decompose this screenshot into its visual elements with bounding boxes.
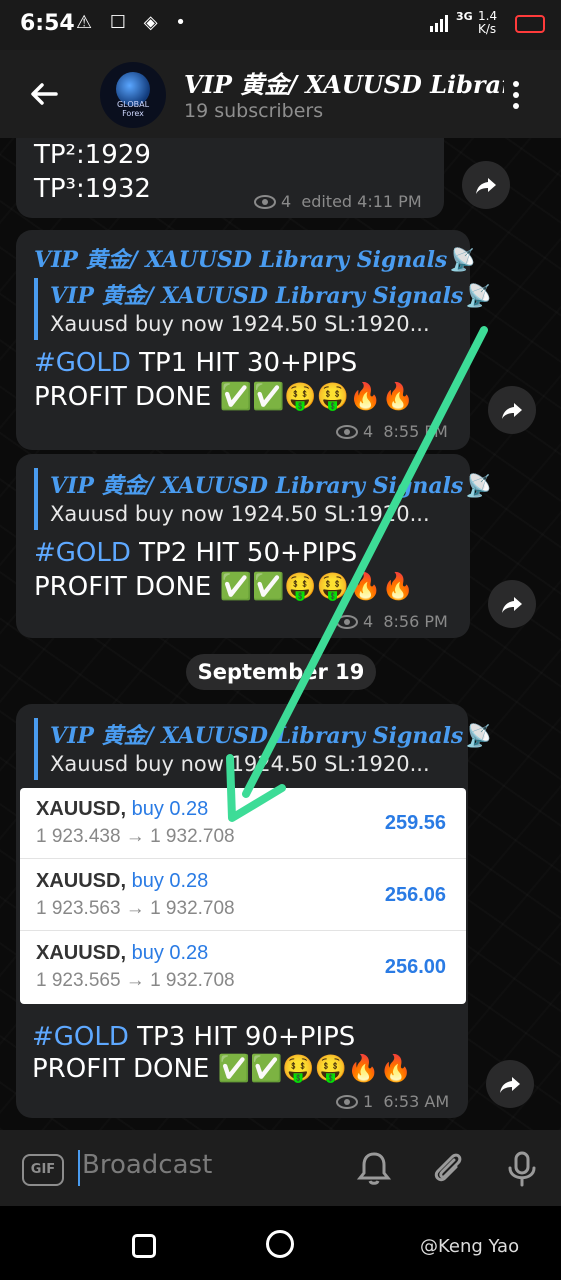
message-line: PROFIT DONE ✅✅🤑🤑🔥🔥 (32, 1054, 412, 1084)
share-arrow-icon (476, 178, 496, 194)
more-options-icon[interactable] (512, 80, 520, 110)
view-count: 4 (363, 612, 374, 631)
message-line: #GOLD TP1 HIT 30+PIPS (34, 348, 358, 378)
message-line: PROFIT DONE ✅✅🤑🤑🔥🔥 (34, 572, 414, 602)
message-meta: 4 8:56 PM (336, 612, 448, 631)
trade-prices: 1 923.438 → 1 932.708 (36, 826, 235, 847)
trade-profit: 259.56 (384, 812, 446, 834)
text-caret (78, 1150, 80, 1186)
reply-title: VIP 黄金/ XAUUSD Library Signals📡 (50, 723, 491, 749)
message-bubble[interactable]: VIP 黄金/ XAUUSD Library Signals📡 VIP 黄金/ … (16, 230, 491, 450)
views-eye-icon (336, 615, 358, 629)
trade-side: buy 0.28 (131, 870, 209, 892)
message-time: edited 4:11 PM (301, 192, 422, 211)
channel-title[interactable]: VIP 黄金/ XAUUSD Library (184, 65, 504, 100)
recent-apps-button[interactable] (132, 1234, 156, 1258)
trade-results-image[interactable]: XAUUSD, buy 0.28 1 923.438 → 1 932.708 2… (20, 788, 466, 1004)
status-time: 6:54 (20, 11, 75, 36)
gif-button[interactable]: GIF (22, 1154, 64, 1186)
message-time: 8:56 PM (383, 612, 448, 631)
hashtag-link[interactable]: #GOLD (32, 1022, 129, 1052)
attach-icon[interactable] (428, 1148, 468, 1188)
chat-area[interactable]: TP²:1929 TP³:1932 4 edited 4:11 PM VIP 黄… (0, 138, 561, 1130)
message-line: TP²:1929 (34, 140, 151, 170)
trade-row: XAUUSD, buy 0.28 1 923.565 → 1 932.708 2… (20, 932, 466, 1002)
message-line: TP³:1932 (34, 174, 151, 204)
trade-profit: 256.00 (384, 956, 446, 978)
share-button[interactable] (488, 580, 536, 628)
share-arrow-icon (502, 597, 522, 613)
trade-side: buy 0.28 (131, 798, 209, 820)
message-line: #GOLD TP3 HIT 90+PIPS (32, 1022, 356, 1052)
back-arrow-icon[interactable] (26, 76, 62, 112)
reply-preview[interactable]: VIP 黄金/ XAUUSD Library Signals📡 Xauusd b… (34, 278, 491, 340)
share-arrow-icon (502, 403, 522, 419)
channel-header: GLOBAL Forex VIP 黄金/ XAUUSD Library 19 s… (0, 50, 561, 138)
reply-preview[interactable]: VIP 黄金/ XAUUSD Library Signals📡 Xauusd b… (34, 468, 491, 530)
forwarded-from-title: VIP 黄金/ XAUUSD Library Signals📡 (34, 247, 475, 273)
message-bubble[interactable]: VIP 黄金/ XAUUSD Library Signals📡 Xauusd b… (16, 454, 491, 638)
reply-text: Xauusd buy now 1924.50 SL:1920... (50, 752, 430, 776)
microphone-icon[interactable] (502, 1148, 542, 1188)
battery-icon (515, 15, 545, 33)
trade-prices: 1 923.563 → 1 932.708 (36, 898, 235, 919)
reply-text: Xauusd buy now 1924.50 SL:1920... (50, 312, 430, 336)
trade-side: buy 0.28 (131, 942, 209, 964)
watermark-text: @Keng Yao (420, 1236, 520, 1257)
message-time: 6:53 AM (383, 1092, 450, 1111)
views-eye-icon (336, 1095, 358, 1109)
hashtag-link[interactable]: #GOLD (34, 348, 131, 378)
share-arrow-icon (500, 1077, 520, 1093)
message-input-bar: GIF Broadcast (0, 1130, 561, 1206)
system-nav-bar: @Keng Yao (0, 1206, 561, 1280)
reply-title: VIP 黄金/ XAUUSD Library Signals📡 (50, 283, 491, 309)
trade-row: XAUUSD, buy 0.28 1 923.563 → 1 932.708 2… (20, 860, 466, 931)
hashtag-link[interactable]: #GOLD (34, 538, 131, 568)
trade-row: XAUUSD, buy 0.28 1 923.438 → 1 932.708 2… (20, 788, 466, 859)
trade-profit: 256.06 (384, 884, 446, 906)
views-eye-icon (336, 425, 358, 439)
message-time: 8:55 PM (383, 422, 448, 441)
signal-icon (430, 15, 448, 32)
reply-preview[interactable]: VIP 黄金/ XAUUSD Library Signals📡 Xauusd b… (34, 718, 491, 780)
view-count: 4 (281, 192, 292, 211)
subscriber-count: 19 subscribers (184, 100, 324, 122)
message-meta: 4 8:55 PM (336, 422, 448, 441)
status-notification-icons: ⚠ ☐ ◈ • (76, 12, 192, 33)
date-divider: September 19 (186, 654, 376, 690)
data-speed: 1.4 K/s (478, 9, 498, 36)
reply-title: VIP 黄金/ XAUUSD Library Signals📡 (50, 473, 491, 499)
channel-avatar[interactable]: GLOBAL Forex (100, 62, 166, 128)
trade-symbol: XAUUSD, (36, 870, 127, 892)
home-button[interactable] (266, 1230, 294, 1258)
network-type: 3G (456, 10, 473, 23)
view-count: 1 (363, 1092, 374, 1111)
status-bar: 6:54 ⚠ ☐ ◈ • 3G 1.4 K/s (0, 0, 561, 50)
trade-prices: 1 923.565 → 1 932.708 (36, 970, 235, 991)
trade-symbol: XAUUSD, (36, 942, 127, 964)
share-button[interactable] (486, 1060, 534, 1108)
avatar-logo-text: GLOBAL Forex (116, 100, 150, 118)
reply-text: Xauusd buy now 1924.50 SL:1920... (50, 502, 430, 526)
view-count: 4 (363, 422, 374, 441)
message-bubble[interactable]: TP²:1929 TP³:1932 4 edited 4:11 PM (16, 138, 444, 218)
share-button[interactable] (462, 161, 510, 209)
broadcast-input[interactable]: Broadcast (82, 1150, 212, 1180)
share-button[interactable] (488, 386, 536, 434)
message-meta: 1 6:53 AM (336, 1092, 449, 1111)
message-meta: 4 edited 4:11 PM (254, 192, 422, 211)
views-eye-icon (254, 195, 276, 209)
trade-symbol: XAUUSD, (36, 798, 127, 820)
message-line: #GOLD TP2 HIT 50+PIPS (34, 538, 358, 568)
message-line: PROFIT DONE ✅✅🤑🤑🔥🔥 (34, 382, 414, 412)
bell-icon[interactable] (354, 1148, 394, 1188)
